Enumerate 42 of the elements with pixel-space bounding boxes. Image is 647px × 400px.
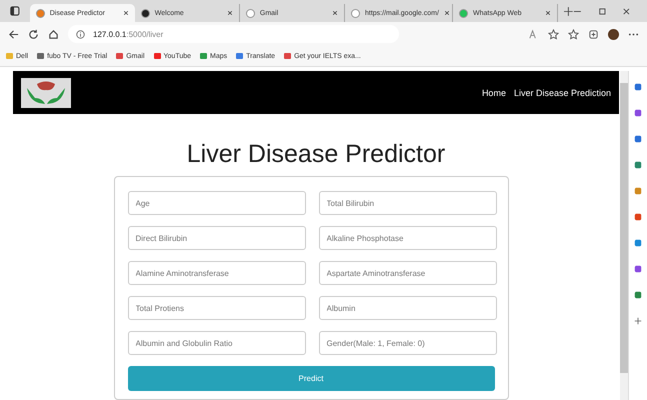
favorites-icon[interactable] xyxy=(568,28,579,40)
input-field[interactable]: Aspartate Aminotransferase xyxy=(318,261,496,285)
input-field[interactable]: Albumin xyxy=(318,296,496,320)
refresh-icon[interactable] xyxy=(28,28,39,40)
input-field[interactable]: Total Protiens xyxy=(128,296,306,320)
nav-link[interactable]: Liver Disease Prediction xyxy=(514,88,611,98)
close-tab-icon[interactable] xyxy=(226,10,233,16)
favorite-icon[interactable] xyxy=(548,28,559,40)
address-bar[interactable]: 127.0.0.1:5000/liver xyxy=(68,25,399,43)
add-icon[interactable] xyxy=(634,317,642,325)
sidebar-app-icon[interactable] xyxy=(634,161,642,169)
sidebar-app-icon[interactable] xyxy=(634,291,642,299)
maximize-icon[interactable] xyxy=(598,6,606,16)
input-field[interactable]: Alkaline Phosphotase xyxy=(318,226,496,250)
close-tab-icon[interactable] xyxy=(444,10,450,16)
sidebar-app-icon[interactable] xyxy=(634,83,642,91)
close-tab-icon[interactable] xyxy=(332,10,338,16)
new-tab-icon[interactable] xyxy=(564,6,573,16)
nav-link[interactable]: Home xyxy=(482,88,506,98)
sidebar-app-icon[interactable] xyxy=(634,213,642,221)
sidebar-app-icon[interactable] xyxy=(634,265,642,273)
page-heading: Liver Disease Predictor xyxy=(186,140,446,169)
input-field[interactable]: Total Bilirubin xyxy=(318,191,496,215)
home-icon[interactable] xyxy=(48,28,59,40)
avatar-icon[interactable] xyxy=(608,28,619,40)
input-field[interactable]: Age xyxy=(128,191,306,215)
collections-icon[interactable] xyxy=(588,28,599,40)
close-tab-icon[interactable] xyxy=(545,10,552,16)
tab-actions-icon[interactable] xyxy=(10,6,20,16)
scrollbar[interactable] xyxy=(620,71,628,400)
input-field[interactable]: Alamine Aminotransferase xyxy=(128,261,306,285)
close-tab-icon[interactable] xyxy=(122,10,129,16)
input-field[interactable]: Albumin and Globulin Ratio xyxy=(128,331,306,355)
input-field[interactable]: Gender(Male: 1, Female: 0) xyxy=(318,331,496,355)
sidebar-app-icon[interactable] xyxy=(634,135,642,143)
sidebar-app-icon[interactable] xyxy=(634,109,642,117)
back-icon[interactable] xyxy=(8,28,19,40)
close-icon[interactable] xyxy=(622,6,631,16)
input-field[interactable]: Direct Bilirubin xyxy=(128,226,306,250)
sidebar-app-icon[interactable] xyxy=(634,239,642,247)
logo-icon xyxy=(21,76,71,108)
sidebar-app-icon[interactable] xyxy=(634,187,642,195)
